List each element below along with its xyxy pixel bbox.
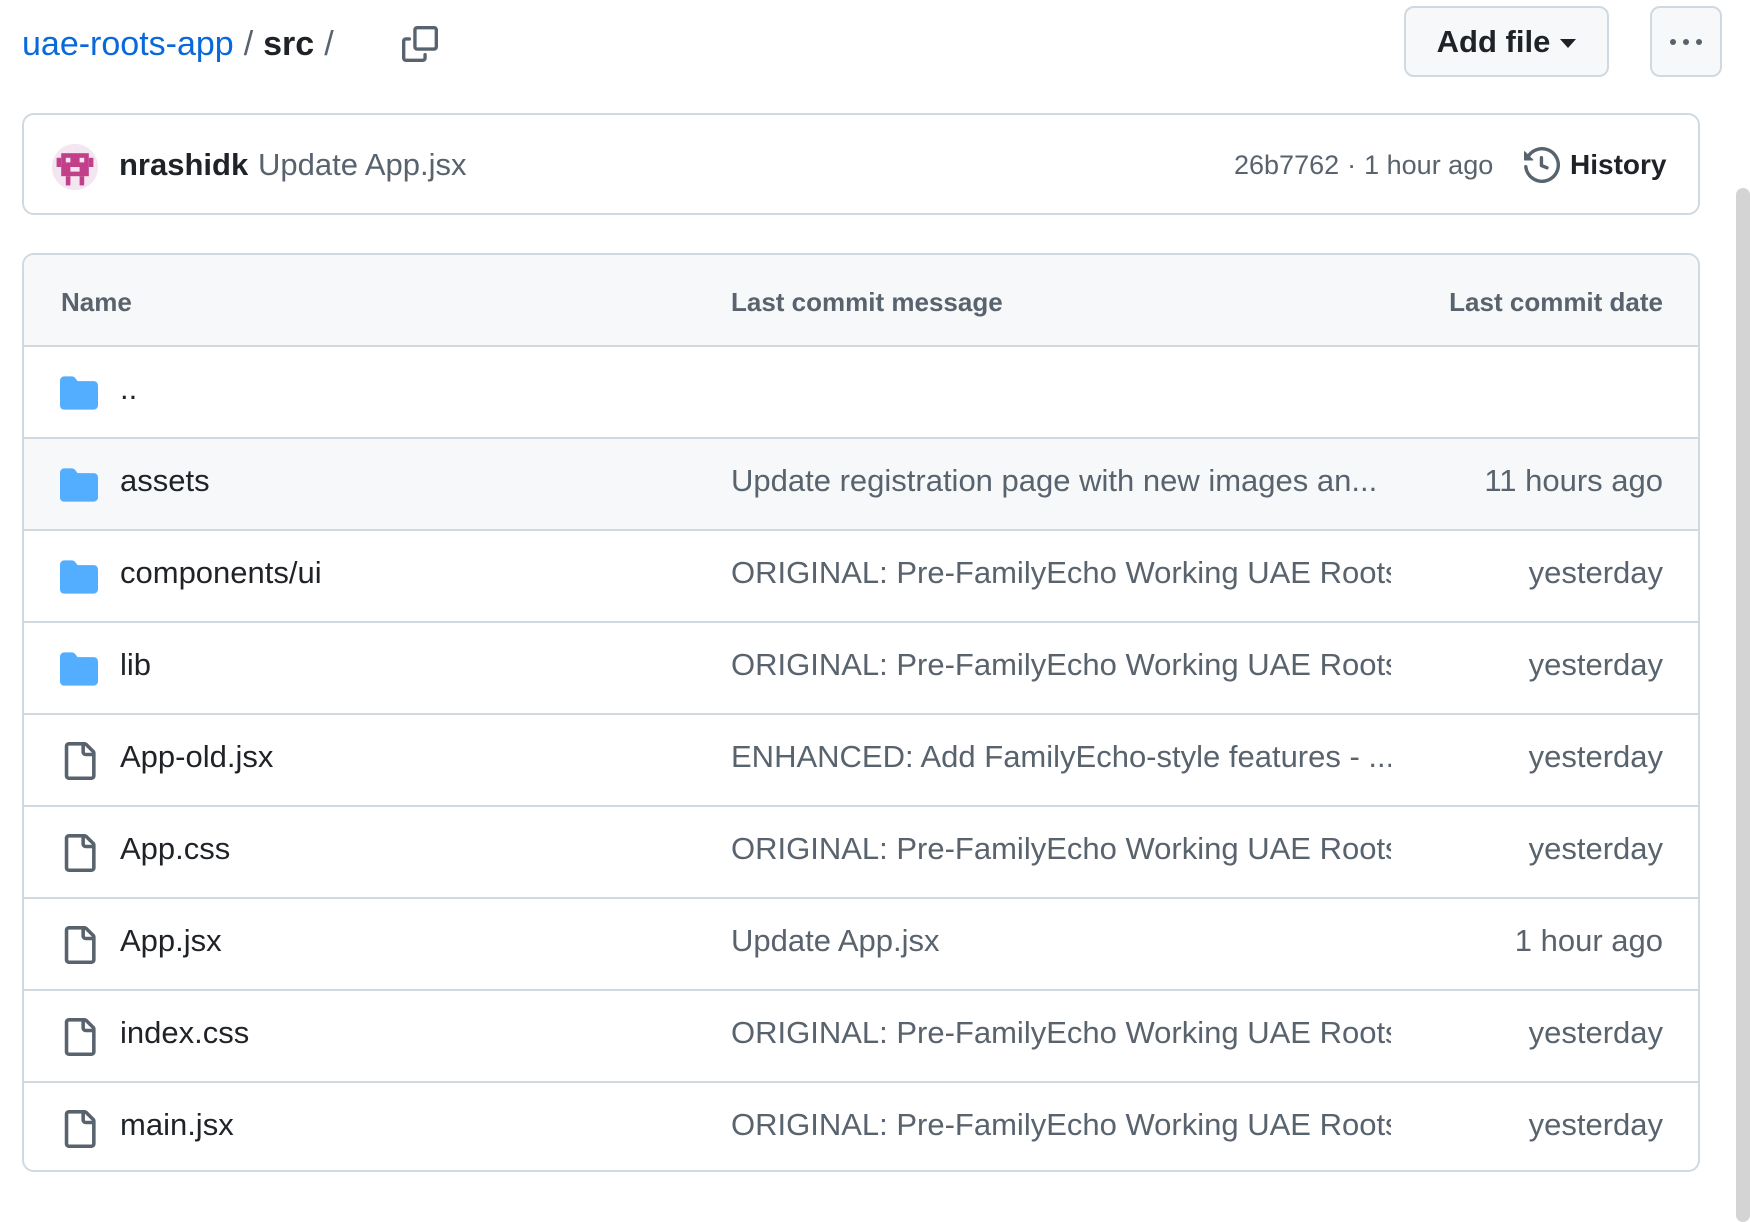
folder-icon: [60, 650, 98, 688]
folder-name-link[interactable]: assets: [120, 463, 210, 499]
header-commit-date: Last commit date: [1449, 287, 1663, 317]
parent-directory-row[interactable]: ..: [24, 347, 1698, 439]
file-row[interactable]: App.jsx Update App.jsx 1 hour ago: [24, 899, 1698, 991]
folder-icon: [60, 558, 98, 596]
commit-date: yesterday: [1528, 555, 1663, 590]
commit-message-link[interactable]: ENHANCED: Add FamilyEcho-style features …: [731, 739, 1391, 775]
table-header: Name Last commit message Last commit dat…: [24, 255, 1698, 347]
commit-sha-link[interactable]: 26b7762: [1234, 150, 1339, 181]
history-button[interactable]: History: [1524, 139, 1666, 191]
history-icon: [1524, 147, 1560, 183]
commit-date: 11 hours ago: [1484, 463, 1663, 498]
commit-message-link[interactable]: ORIGINAL: Pre-FamilyEcho Working UAE Roo…: [731, 555, 1391, 591]
file-name-link[interactable]: index.css: [120, 1015, 249, 1051]
file-row[interactable]: App-old.jsx ENHANCED: Add FamilyEcho-styl…: [24, 715, 1698, 807]
file-row[interactable]: App.css ORIGINAL: Pre-FamilyEcho Working …: [24, 807, 1698, 899]
file-icon: [60, 742, 98, 780]
parent-directory-link[interactable]: ..: [120, 371, 137, 407]
folder-row[interactable]: lib ORIGINAL: Pre-FamilyEcho Working UAE …: [24, 623, 1698, 715]
avatar[interactable]: [52, 144, 98, 190]
commit-date: yesterday: [1528, 831, 1663, 866]
file-name-link[interactable]: App-old.jsx: [120, 739, 273, 775]
breadcrumb-separator: /: [243, 25, 254, 63]
commit-message-link[interactable]: ORIGINAL: Pre-FamilyEcho Working UAE Roo…: [731, 647, 1391, 683]
folder-icon: [60, 466, 98, 504]
folder-name-link[interactable]: lib: [120, 647, 151, 683]
add-file-label: Add file: [1436, 23, 1551, 59]
header-name: Name: [61, 287, 132, 317]
latest-commit-box: nrashidk Update App.jsx 26b7762 · 1 hour…: [22, 113, 1700, 215]
file-icon: [60, 1110, 98, 1148]
commit-message-link[interactable]: Update App.jsx: [258, 147, 467, 183]
add-file-button[interactable]: Add file: [1404, 6, 1609, 77]
commit-message-link[interactable]: Update App.jsx: [731, 923, 1391, 959]
commit-date: yesterday: [1528, 1015, 1663, 1050]
file-icon: [60, 926, 98, 964]
copy-icon: [402, 26, 438, 62]
commit-message-link[interactable]: ORIGINAL: Pre-FamilyEcho Working UAE Roo…: [731, 1107, 1391, 1143]
commit-message-link[interactable]: Update registration page with new images…: [731, 463, 1391, 499]
file-icon: [60, 834, 98, 872]
commit-time: 1 hour ago: [1364, 150, 1494, 180]
commit-meta: 26b7762 · 1 hour ago: [1234, 150, 1493, 181]
breadcrumb-repo-link[interactable]: uae-roots-app: [22, 18, 234, 70]
commit-date: yesterday: [1528, 1107, 1663, 1142]
history-label: History: [1570, 149, 1667, 180]
file-icon: [60, 1018, 98, 1056]
folder-row[interactable]: components/ui ORIGINAL: Pre-FamilyEcho Wo…: [24, 531, 1698, 623]
file-rows: assets Update registration page with new …: [24, 439, 1698, 1170]
kebab-horizontal-icon: [1670, 38, 1676, 45]
commit-message-link[interactable]: ORIGINAL: Pre-FamilyEcho Working UAE Roo…: [731, 831, 1391, 867]
folder-row[interactable]: assets Update registration page with new …: [24, 439, 1698, 531]
triangle-down-icon: [1560, 39, 1577, 48]
commit-date: yesterday: [1528, 739, 1663, 774]
folder-name-link[interactable]: components/ui: [120, 555, 322, 591]
file-table: Name Last commit message Last commit dat…: [22, 253, 1700, 1172]
folder-icon: [60, 374, 98, 412]
commit-message-link[interactable]: ORIGINAL: Pre-FamilyEcho Working UAE Roo…: [731, 1015, 1391, 1051]
copy-path-button[interactable]: [390, 14, 450, 74]
scrollbar-thumb[interactable]: [1736, 188, 1750, 1222]
meta-separator: ·: [1347, 150, 1357, 180]
breadcrumb: uae-roots-app / src /: [22, 18, 344, 70]
more-options-button[interactable]: [1650, 6, 1722, 77]
breadcrumb-trailing-separator: /: [324, 25, 334, 63]
file-name-link[interactable]: App.jsx: [120, 923, 222, 959]
repo-directory-page: uae-roots-app / src / Add file nrashidk …: [0, 0, 1750, 1222]
commit-date: yesterday: [1528, 647, 1663, 682]
header: uae-roots-app / src / Add file: [22, 0, 1722, 90]
breadcrumb-current-directory: src: [263, 25, 315, 63]
commit-date: 1 hour ago: [1514, 923, 1663, 958]
commit-author-link[interactable]: nrashidk: [119, 147, 248, 183]
file-row[interactable]: index.css ORIGINAL: Pre-FamilyEcho Workin…: [24, 991, 1698, 1083]
file-row[interactable]: main.jsx ORIGINAL: Pre-FamilyEcho Working…: [24, 1083, 1698, 1170]
file-name-link[interactable]: main.jsx: [120, 1107, 234, 1143]
file-name-link[interactable]: App.css: [120, 831, 230, 867]
header-commit-message: Last commit message: [731, 287, 1003, 317]
